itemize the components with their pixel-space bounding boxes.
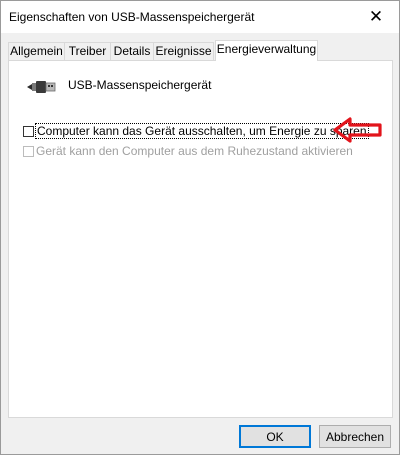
power-off-label[interactable]: Computer kann das Gerät ausschalten, um … [35, 123, 369, 139]
red-arrow-icon [333, 117, 382, 143]
tab-panel-energieverwaltung: USB-Massenspeichergerät Computer kann da… [8, 60, 393, 418]
ok-button[interactable]: OK [239, 425, 311, 448]
tab-allgemein[interactable]: Allgemein [8, 42, 65, 60]
tab-treiber[interactable]: Treiber [64, 42, 111, 60]
usb-plug-icon [27, 81, 56, 93]
window-title: Eigenschaften von USB-Massenspeichergerä… [9, 10, 255, 24]
option-wake-computer: Gerät kann den Computer aus dem Ruhezust… [23, 144, 353, 158]
tab-details[interactable]: Details [110, 42, 154, 60]
tab-energieverwaltung[interactable]: Energieverwaltung [215, 40, 318, 61]
wake-checkbox [23, 145, 34, 157]
tab-ereignisse[interactable]: Ereignisse [153, 42, 214, 60]
title-bar: Eigenschaften von USB-Massenspeichergerä… [1, 1, 399, 33]
device-name: USB-Massenspeichergerät [68, 78, 212, 92]
power-off-checkbox[interactable] [23, 125, 34, 137]
option-allow-power-off[interactable]: Computer kann das Gerät ausschalten, um … [23, 123, 369, 139]
wake-label: Gerät kann den Computer aus dem Ruhezust… [36, 144, 353, 158]
properties-dialog: Eigenschaften von USB-Massenspeichergerä… [0, 0, 400, 455]
close-icon[interactable]: ✕ [353, 1, 399, 33]
cancel-button[interactable]: Abbrechen [319, 425, 391, 448]
